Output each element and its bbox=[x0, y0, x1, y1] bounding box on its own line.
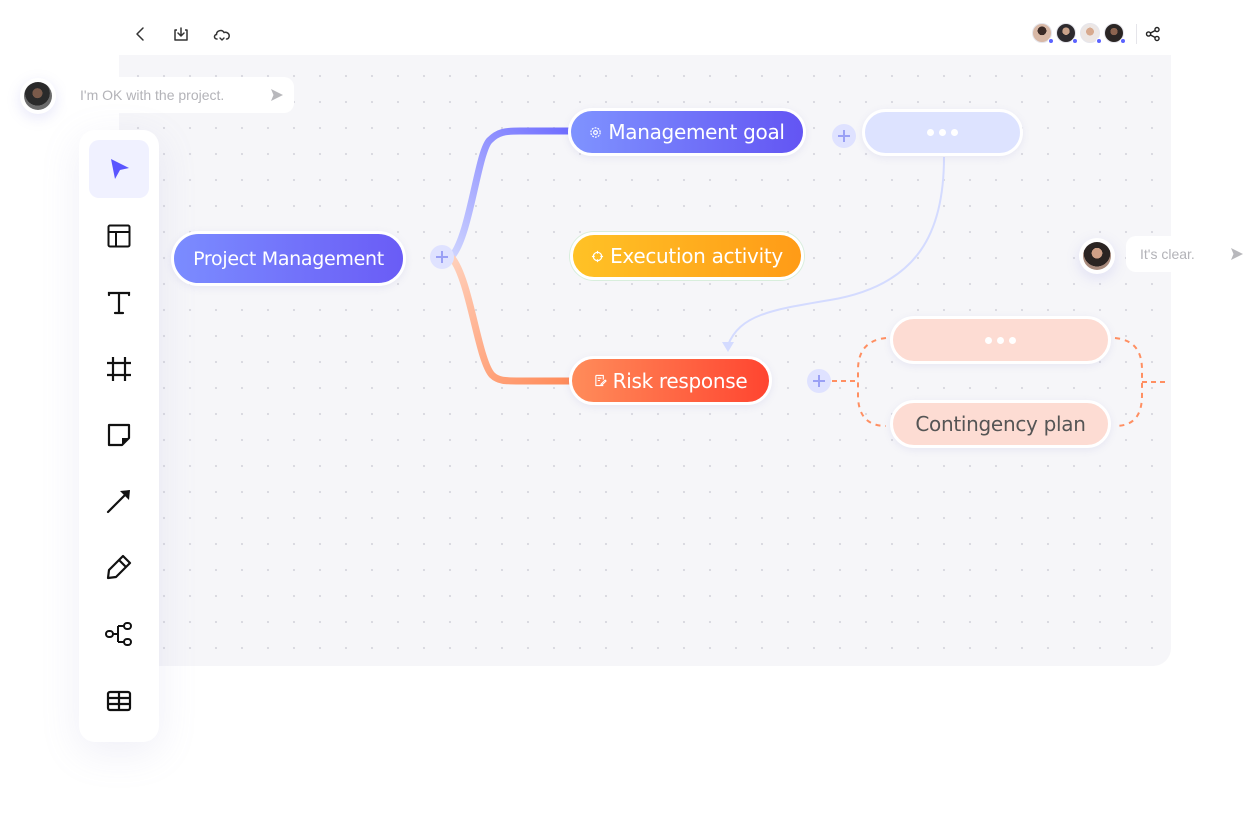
ellipsis-icon bbox=[927, 129, 958, 136]
node-label: Management goal bbox=[608, 120, 785, 144]
cursor-icon bbox=[111, 159, 129, 179]
mind-map-icon bbox=[105, 622, 132, 646]
add-child-button[interactable] bbox=[832, 124, 856, 148]
download-button[interactable] bbox=[169, 22, 193, 46]
download-icon bbox=[174, 27, 188, 41]
tool-frame[interactable] bbox=[89, 340, 149, 398]
tool-table[interactable] bbox=[89, 672, 149, 730]
plus-icon bbox=[813, 375, 825, 387]
layout-icon bbox=[107, 224, 131, 248]
collaborator-list bbox=[1032, 23, 1126, 44]
send-icon[interactable] bbox=[1230, 247, 1244, 261]
frame-icon bbox=[107, 357, 131, 381]
branch-node-execution-activity[interactable]: Execution activity bbox=[570, 232, 804, 280]
plus-icon bbox=[436, 251, 448, 263]
target-icon bbox=[592, 250, 604, 262]
commenter-avatar[interactable] bbox=[1079, 238, 1115, 274]
tool-text[interactable] bbox=[89, 274, 149, 332]
mindmap-root-node[interactable]: Project Management bbox=[171, 231, 406, 286]
comment-text: I'm OK with the project. bbox=[80, 87, 225, 103]
tool-template[interactable] bbox=[89, 207, 149, 265]
table-icon bbox=[106, 690, 132, 712]
node-label: Project Management bbox=[193, 247, 384, 270]
ellipsis-icon bbox=[985, 336, 1016, 344]
cloud-sync-icon bbox=[213, 29, 230, 41]
share-icon bbox=[1145, 26, 1160, 42]
tool-pen[interactable] bbox=[89, 538, 149, 596]
node-label: Contingency plan bbox=[915, 412, 1086, 436]
tool-palette bbox=[79, 130, 159, 742]
comment-bubble[interactable]: It's clear. bbox=[1126, 236, 1254, 272]
collaborator-avatar[interactable] bbox=[1032, 23, 1054, 44]
text-icon bbox=[107, 291, 131, 315]
tool-select[interactable] bbox=[89, 140, 149, 198]
comment-text: It's clear. bbox=[1140, 246, 1195, 262]
online-status-dot bbox=[1072, 38, 1078, 44]
tool-connector[interactable] bbox=[89, 472, 149, 530]
branch-node-management-goal[interactable]: Management goal bbox=[568, 108, 806, 156]
tool-sticky-note[interactable] bbox=[89, 406, 149, 464]
tool-mind-map[interactable] bbox=[89, 605, 149, 663]
share-button[interactable] bbox=[1143, 24, 1163, 44]
gear-icon bbox=[590, 126, 602, 138]
divider bbox=[1136, 24, 1137, 44]
plus-icon bbox=[838, 130, 850, 142]
node-label: Risk response bbox=[612, 368, 748, 393]
send-icon[interactable] bbox=[270, 88, 284, 102]
placeholder-node[interactable] bbox=[890, 316, 1111, 364]
collaborator-avatar[interactable] bbox=[1080, 23, 1102, 44]
node-label: Execution activity bbox=[610, 244, 783, 268]
online-status-dot bbox=[1120, 38, 1126, 44]
collaborator-avatar[interactable] bbox=[1104, 23, 1126, 44]
collaborator-avatar[interactable] bbox=[1056, 23, 1078, 44]
back-button[interactable] bbox=[129, 22, 153, 46]
branch-node-risk-response[interactable]: Risk response bbox=[569, 356, 772, 405]
online-status-dot bbox=[1048, 38, 1054, 44]
placeholder-node[interactable] bbox=[862, 109, 1023, 156]
pencil-icon bbox=[106, 554, 132, 580]
chevron-left-icon bbox=[136, 27, 144, 41]
online-status-dot bbox=[1096, 38, 1102, 44]
cloud-sync-button[interactable] bbox=[210, 22, 234, 46]
sticky-note-icon bbox=[107, 423, 131, 447]
add-child-button[interactable] bbox=[807, 369, 831, 393]
commenter-avatar[interactable] bbox=[20, 78, 56, 114]
comment-bubble[interactable]: I'm OK with the project. bbox=[66, 77, 294, 113]
sub-node-contingency-plan[interactable]: Contingency plan bbox=[890, 400, 1111, 448]
arrow-icon bbox=[106, 490, 130, 514]
add-branch-button[interactable] bbox=[430, 245, 454, 269]
note-edit-icon bbox=[594, 374, 607, 387]
